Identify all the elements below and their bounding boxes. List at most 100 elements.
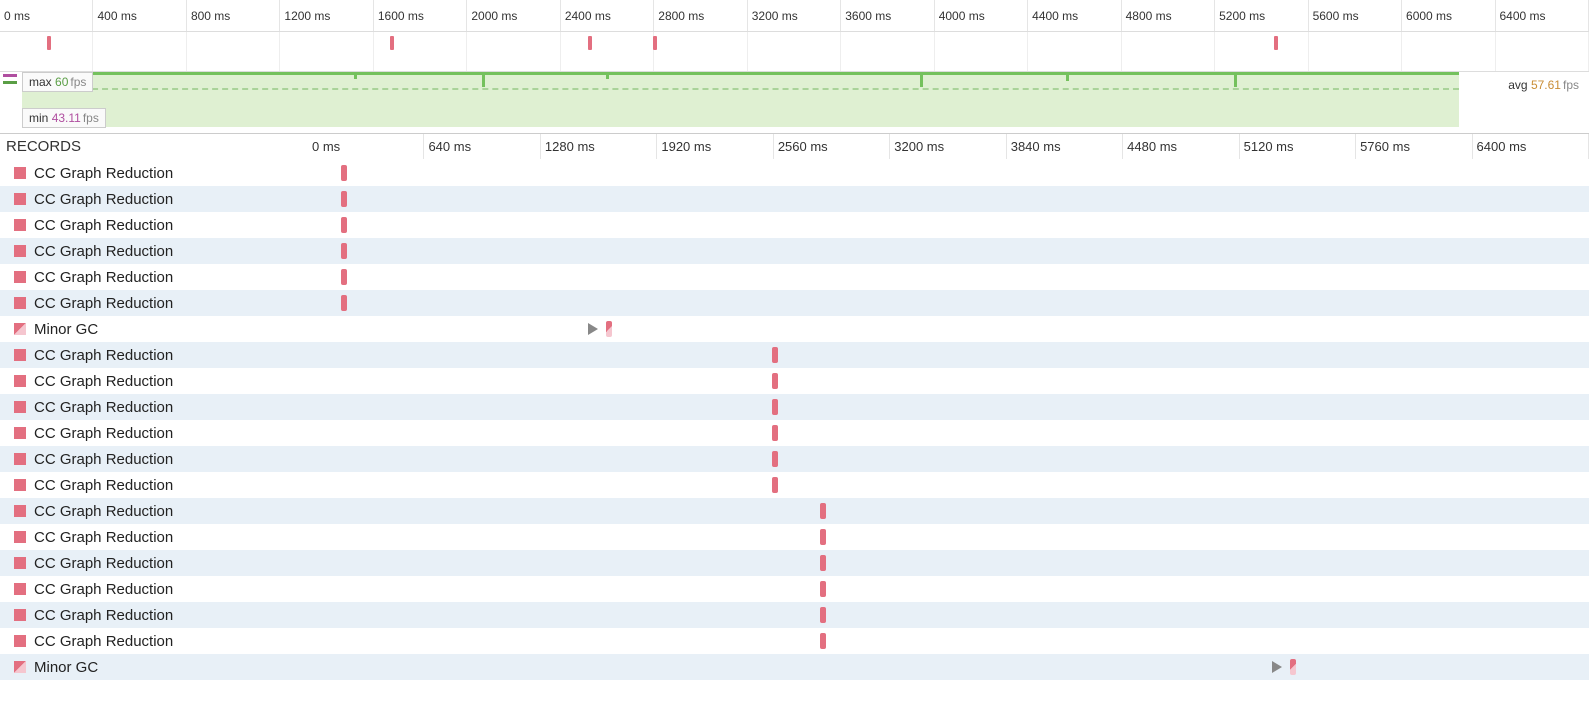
overview-tick: 1200 ms (280, 0, 373, 31)
cc-swatch-icon (14, 583, 26, 595)
inner-tick: 6400 ms (1473, 134, 1589, 159)
record-segment[interactable] (341, 269, 347, 285)
overview-marker[interactable] (588, 36, 592, 50)
record-track-row[interactable] (308, 212, 1589, 238)
overview-marker[interactable] (47, 36, 51, 50)
inner-timeline-header[interactable]: 0 ms640 ms1280 ms1920 ms2560 ms3200 ms38… (308, 134, 1589, 160)
record-segment[interactable] (772, 399, 778, 415)
overview-marker[interactable] (1274, 36, 1278, 50)
cc-swatch-icon (14, 453, 26, 465)
record-segment[interactable] (772, 347, 778, 363)
record-label-row[interactable]: CC Graph Reduction (0, 550, 308, 576)
overview-marker[interactable] (390, 36, 394, 50)
record-segment[interactable] (341, 217, 347, 233)
record-segment[interactable] (772, 425, 778, 441)
record-segment[interactable] (341, 191, 347, 207)
record-segment[interactable] (606, 321, 612, 337)
record-label-row[interactable]: CC Graph Reduction (0, 498, 308, 524)
records-left-column: RECORDS CC Graph ReductionCC Graph Reduc… (0, 134, 308, 680)
record-track-row[interactable] (308, 524, 1589, 550)
record-segment[interactable] (772, 373, 778, 389)
record-track-row[interactable] (308, 394, 1589, 420)
record-label-row[interactable]: CC Graph Reduction (0, 576, 308, 602)
record-track-row[interactable] (308, 602, 1589, 628)
record-segment[interactable] (341, 165, 347, 181)
record-label-text: CC Graph Reduction (34, 217, 173, 234)
record-label-row[interactable]: CC Graph Reduction (0, 290, 308, 316)
inner-tick: 640 ms (424, 134, 540, 159)
record-track-row[interactable] (308, 446, 1589, 472)
records-tracks[interactable] (308, 160, 1589, 680)
record-track-row[interactable] (308, 264, 1589, 290)
record-label-row[interactable]: CC Graph Reduction (0, 186, 308, 212)
record-label-text: CC Graph Reduction (34, 477, 173, 494)
record-track-row[interactable] (308, 654, 1589, 680)
fps-max-value: 60 (55, 75, 68, 89)
record-track-row[interactable] (308, 290, 1589, 316)
record-track-row[interactable] (308, 342, 1589, 368)
record-segment[interactable] (820, 633, 826, 649)
record-track-row[interactable] (308, 160, 1589, 186)
record-label-text: Minor GC (34, 659, 98, 676)
record-label-row[interactable]: CC Graph Reduction (0, 394, 308, 420)
record-label-row[interactable]: CC Graph Reduction (0, 264, 308, 290)
cc-swatch-icon (14, 349, 26, 361)
record-track-row[interactable] (308, 576, 1589, 602)
record-label-row[interactable]: CC Graph Reduction (0, 212, 308, 238)
inner-tick: 5760 ms (1356, 134, 1472, 159)
overview-timeline-header[interactable]: 0 ms400 ms800 ms1200 ms1600 ms2000 ms240… (0, 0, 1589, 32)
record-segment[interactable] (341, 243, 347, 259)
inner-tick: 2560 ms (774, 134, 890, 159)
cc-swatch-icon (14, 375, 26, 387)
record-segment[interactable] (772, 451, 778, 467)
overview-tick: 2800 ms (654, 0, 747, 31)
record-track-row[interactable] (308, 550, 1589, 576)
record-label-row[interactable]: Minor GC (0, 316, 308, 342)
record-label-row[interactable]: Minor GC (0, 654, 308, 680)
record-label-row[interactable]: CC Graph Reduction (0, 420, 308, 446)
record-label-text: CC Graph Reduction (34, 191, 173, 208)
record-label-text: CC Graph Reduction (34, 633, 173, 650)
record-label-row[interactable]: CC Graph Reduction (0, 238, 308, 264)
record-label-text: CC Graph Reduction (34, 529, 173, 546)
record-segment[interactable] (820, 555, 826, 571)
overview-markers-strip[interactable] (0, 32, 1589, 72)
record-segment[interactable] (820, 607, 826, 623)
record-track-row[interactable] (308, 238, 1589, 264)
record-track-row[interactable] (308, 420, 1589, 446)
overview-tick: 400 ms (93, 0, 186, 31)
record-track-row[interactable] (308, 186, 1589, 212)
record-label-text: Minor GC (34, 321, 98, 338)
fps-graph[interactable] (22, 72, 1459, 127)
record-segment[interactable] (1290, 659, 1296, 675)
cc-swatch-icon (14, 271, 26, 283)
overview-tick: 4000 ms (935, 0, 1028, 31)
record-track-row[interactable] (308, 368, 1589, 394)
record-label-row[interactable]: CC Graph Reduction (0, 342, 308, 368)
record-label-row[interactable]: CC Graph Reduction (0, 524, 308, 550)
record-label-text: CC Graph Reduction (34, 373, 173, 390)
expand-caret-icon[interactable] (588, 323, 598, 335)
record-track-row[interactable] (308, 628, 1589, 654)
expand-caret-icon[interactable] (1272, 661, 1282, 673)
fps-min-label: min (29, 111, 48, 125)
overview-marker[interactable] (653, 36, 657, 50)
record-segment[interactable] (341, 295, 347, 311)
overview-tick: 1600 ms (374, 0, 467, 31)
record-label-row[interactable]: CC Graph Reduction (0, 160, 308, 186)
record-label-text: CC Graph Reduction (34, 399, 173, 416)
record-label-row[interactable]: CC Graph Reduction (0, 628, 308, 654)
record-segment[interactable] (820, 503, 826, 519)
record-track-row[interactable] (308, 316, 1589, 342)
record-label-row[interactable]: CC Graph Reduction (0, 368, 308, 394)
gc-swatch-icon (14, 323, 26, 335)
record-segment[interactable] (820, 529, 826, 545)
record-track-row[interactable] (308, 498, 1589, 524)
record-label-row[interactable]: CC Graph Reduction (0, 602, 308, 628)
record-segment[interactable] (820, 581, 826, 597)
record-label-row[interactable]: CC Graph Reduction (0, 446, 308, 472)
fps-avg-badge: avg 57.61fps (1502, 76, 1585, 94)
record-label-row[interactable]: CC Graph Reduction (0, 472, 308, 498)
record-segment[interactable] (772, 477, 778, 493)
record-track-row[interactable] (308, 472, 1589, 498)
